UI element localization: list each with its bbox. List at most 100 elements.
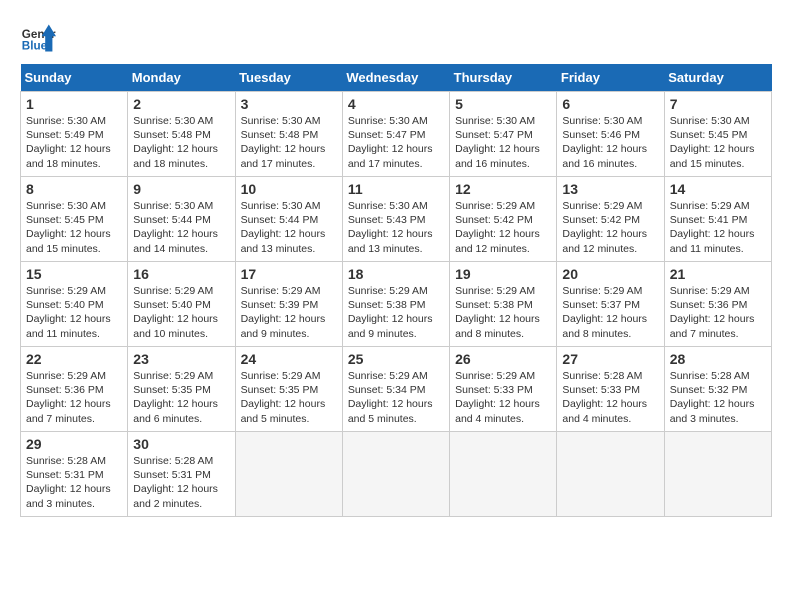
day-info: Sunrise: 5:30 AM Sunset: 5:44 PM Dayligh… <box>241 199 337 256</box>
calendar-header-row: SundayMondayTuesdayWednesdayThursdayFrid… <box>21 64 772 92</box>
day-number: 18 <box>348 266 444 282</box>
calendar-cell: 3 Sunrise: 5:30 AM Sunset: 5:48 PM Daylig… <box>235 92 342 177</box>
day-number: 25 <box>348 351 444 367</box>
calendar-cell <box>342 432 449 517</box>
day-header-saturday: Saturday <box>664 64 771 92</box>
calendar-cell: 20Sunrise: 5:29 AM Sunset: 5:37 PM Dayli… <box>557 262 664 347</box>
day-number: 11 <box>348 181 444 197</box>
day-info: Sunrise: 5:30 AM Sunset: 5:44 PM Dayligh… <box>133 199 229 256</box>
day-info: Sunrise: 5:29 AM Sunset: 5:40 PM Dayligh… <box>133 284 229 341</box>
day-info: Sunrise: 5:30 AM Sunset: 5:46 PM Dayligh… <box>562 114 658 171</box>
day-number: 21 <box>670 266 766 282</box>
calendar-cell: 5Sunrise: 5:30 AM Sunset: 5:47 PM Daylig… <box>450 92 557 177</box>
day-info: Sunrise: 5:29 AM Sunset: 5:34 PM Dayligh… <box>348 369 444 426</box>
day-info: Sunrise: 5:28 AM Sunset: 5:33 PM Dayligh… <box>562 369 658 426</box>
day-number: 30 <box>133 436 229 452</box>
day-number: 17 <box>241 266 337 282</box>
day-info: Sunrise: 5:29 AM Sunset: 5:36 PM Dayligh… <box>670 284 766 341</box>
day-info: Sunrise: 5:29 AM Sunset: 5:42 PM Dayligh… <box>455 199 551 256</box>
calendar-cell: 7Sunrise: 5:30 AM Sunset: 5:45 PM Daylig… <box>664 92 771 177</box>
calendar-cell: 19Sunrise: 5:29 AM Sunset: 5:38 PM Dayli… <box>450 262 557 347</box>
day-info: Sunrise: 5:28 AM Sunset: 5:31 PM Dayligh… <box>133 454 229 511</box>
day-header-wednesday: Wednesday <box>342 64 449 92</box>
day-number: 15 <box>26 266 122 282</box>
calendar-cell: 27 Sunrise: 5:28 AM Sunset: 5:33 PM Dayli… <box>557 347 664 432</box>
calendar-cell: 21 Sunrise: 5:29 AM Sunset: 5:36 PM Dayli… <box>664 262 771 347</box>
calendar-cell: 1Sunrise: 5:30 AM Sunset: 5:49 PM Daylig… <box>21 92 128 177</box>
day-header-tuesday: Tuesday <box>235 64 342 92</box>
day-info: Sunrise: 5:29 AM Sunset: 5:36 PM Dayligh… <box>26 369 122 426</box>
calendar-cell: 24Sunrise: 5:29 AM Sunset: 5:35 PM Dayli… <box>235 347 342 432</box>
day-number: 24 <box>241 351 337 367</box>
calendar-cell <box>557 432 664 517</box>
calendar-cell: 28Sunrise: 5:28 AM Sunset: 5:32 PM Dayli… <box>664 347 771 432</box>
calendar-cell <box>450 432 557 517</box>
calendar-table: SundayMondayTuesdayWednesdayThursdayFrid… <box>20 64 772 517</box>
day-number: 16 <box>133 266 229 282</box>
week-row-3: 15 Sunrise: 5:29 AM Sunset: 5:40 PM Dayli… <box>21 262 772 347</box>
calendar-cell: 12 Sunrise: 5:29 AM Sunset: 5:42 PM Dayli… <box>450 177 557 262</box>
day-number: 7 <box>670 96 766 112</box>
calendar-cell: 18 Sunrise: 5:29 AM Sunset: 5:38 PM Dayli… <box>342 262 449 347</box>
calendar-cell: 30 Sunrise: 5:28 AM Sunset: 5:31 PM Dayli… <box>128 432 235 517</box>
day-number: 6 <box>562 96 658 112</box>
calendar-cell: 9 Sunrise: 5:30 AM Sunset: 5:44 PM Daylig… <box>128 177 235 262</box>
day-info: Sunrise: 5:29 AM Sunset: 5:39 PM Dayligh… <box>241 284 337 341</box>
day-header-friday: Friday <box>557 64 664 92</box>
day-info: Sunrise: 5:30 AM Sunset: 5:48 PM Dayligh… <box>133 114 229 171</box>
calendar-cell: 17 Sunrise: 5:29 AM Sunset: 5:39 PM Dayli… <box>235 262 342 347</box>
day-info: Sunrise: 5:29 AM Sunset: 5:38 PM Dayligh… <box>348 284 444 341</box>
day-header-sunday: Sunday <box>21 64 128 92</box>
calendar-cell <box>235 432 342 517</box>
day-info: Sunrise: 5:29 AM Sunset: 5:41 PM Dayligh… <box>670 199 766 256</box>
calendar-cell: 10 Sunrise: 5:30 AM Sunset: 5:44 PM Dayli… <box>235 177 342 262</box>
calendar-cell: 4 Sunrise: 5:30 AM Sunset: 5:47 PM Daylig… <box>342 92 449 177</box>
logo-icon: General Blue <box>20 20 56 56</box>
day-number: 5 <box>455 96 551 112</box>
day-header-monday: Monday <box>128 64 235 92</box>
day-info: Sunrise: 5:30 AM Sunset: 5:48 PM Dayligh… <box>241 114 337 171</box>
day-number: 9 <box>133 181 229 197</box>
day-number: 10 <box>241 181 337 197</box>
week-row-1: 1Sunrise: 5:30 AM Sunset: 5:49 PM Daylig… <box>21 92 772 177</box>
day-number: 19 <box>455 266 551 282</box>
calendar-cell: 16 Sunrise: 5:29 AM Sunset: 5:40 PM Dayli… <box>128 262 235 347</box>
day-info: Sunrise: 5:28 AM Sunset: 5:31 PM Dayligh… <box>26 454 122 511</box>
calendar-cell <box>664 432 771 517</box>
day-number: 3 <box>241 96 337 112</box>
day-number: 27 <box>562 351 658 367</box>
day-number: 12 <box>455 181 551 197</box>
day-info: Sunrise: 5:28 AM Sunset: 5:32 PM Dayligh… <box>670 369 766 426</box>
day-number: 4 <box>348 96 444 112</box>
calendar-cell: 26Sunrise: 5:29 AM Sunset: 5:33 PM Dayli… <box>450 347 557 432</box>
day-number: 22 <box>26 351 122 367</box>
day-number: 23 <box>133 351 229 367</box>
calendar-body: 1Sunrise: 5:30 AM Sunset: 5:49 PM Daylig… <box>21 92 772 517</box>
calendar-cell: 2Sunrise: 5:30 AM Sunset: 5:48 PM Daylig… <box>128 92 235 177</box>
day-number: 14 <box>670 181 766 197</box>
day-number: 26 <box>455 351 551 367</box>
day-number: 29 <box>26 436 122 452</box>
day-info: Sunrise: 5:30 AM Sunset: 5:45 PM Dayligh… <box>26 199 122 256</box>
calendar-cell: 6 Sunrise: 5:30 AM Sunset: 5:46 PM Daylig… <box>557 92 664 177</box>
calendar-cell: 25 Sunrise: 5:29 AM Sunset: 5:34 PM Dayli… <box>342 347 449 432</box>
page-header: General Blue <box>20 20 772 56</box>
day-info: Sunrise: 5:29 AM Sunset: 5:35 PM Dayligh… <box>133 369 229 426</box>
day-number: 13 <box>562 181 658 197</box>
week-row-2: 8 Sunrise: 5:30 AM Sunset: 5:45 PM Daylig… <box>21 177 772 262</box>
calendar-cell: 29 Sunrise: 5:28 AM Sunset: 5:31 PM Dayli… <box>21 432 128 517</box>
calendar-cell: 15 Sunrise: 5:29 AM Sunset: 5:40 PM Dayli… <box>21 262 128 347</box>
calendar-cell: 23 Sunrise: 5:29 AM Sunset: 5:35 PM Dayli… <box>128 347 235 432</box>
week-row-4: 22 Sunrise: 5:29 AM Sunset: 5:36 PM Dayli… <box>21 347 772 432</box>
svg-text:Blue: Blue <box>22 40 48 53</box>
week-row-5: 29 Sunrise: 5:28 AM Sunset: 5:31 PM Dayli… <box>21 432 772 517</box>
day-info: Sunrise: 5:29 AM Sunset: 5:40 PM Dayligh… <box>26 284 122 341</box>
day-info: Sunrise: 5:30 AM Sunset: 5:47 PM Dayligh… <box>348 114 444 171</box>
day-number: 8 <box>26 181 122 197</box>
day-info: Sunrise: 5:29 AM Sunset: 5:37 PM Dayligh… <box>562 284 658 341</box>
calendar-cell: 13 Sunrise: 5:29 AM Sunset: 5:42 PM Dayli… <box>557 177 664 262</box>
day-info: Sunrise: 5:29 AM Sunset: 5:42 PM Dayligh… <box>562 199 658 256</box>
calendar-cell: 22 Sunrise: 5:29 AM Sunset: 5:36 PM Dayli… <box>21 347 128 432</box>
calendar-cell: 8 Sunrise: 5:30 AM Sunset: 5:45 PM Daylig… <box>21 177 128 262</box>
calendar-cell: 14 Sunrise: 5:29 AM Sunset: 5:41 PM Dayli… <box>664 177 771 262</box>
